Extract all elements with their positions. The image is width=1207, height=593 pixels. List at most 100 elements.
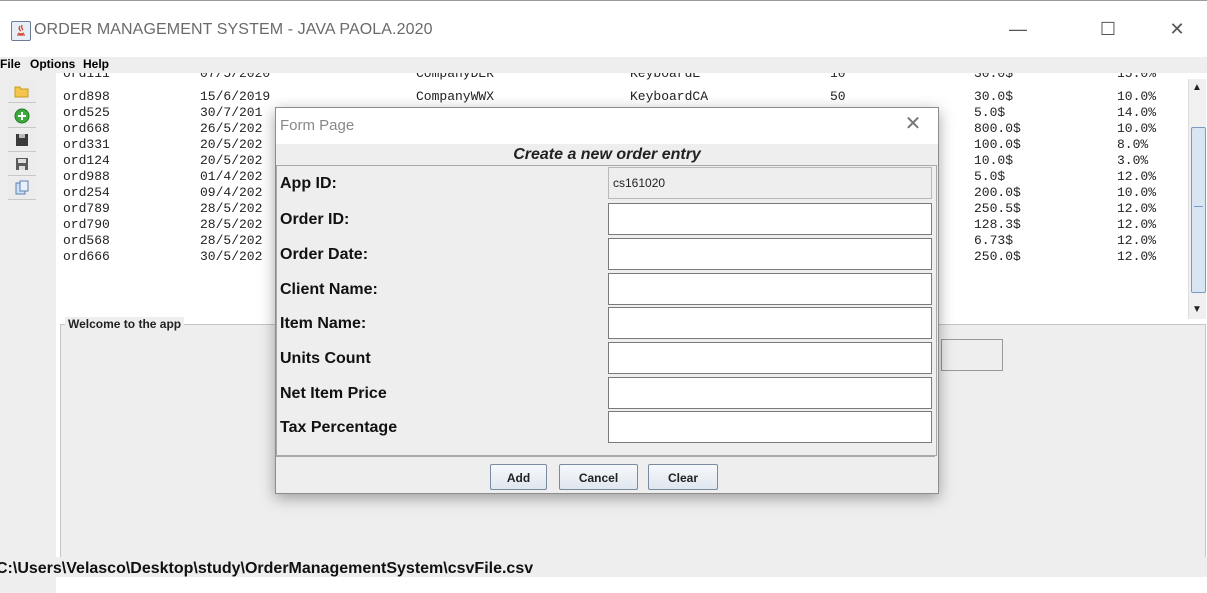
cell-units: 50 xyxy=(830,89,846,104)
form-row-app-id: App ID: cs161020 xyxy=(277,166,936,200)
cell-order-id: ord898 xyxy=(63,89,110,104)
item-name-field[interactable] xyxy=(608,307,932,339)
units-count-field[interactable] xyxy=(608,342,932,374)
client-name-label: Client Name: xyxy=(280,281,378,298)
table-row[interactable]: ord111 07/5/2020 CompanyDER KeyboardE 10… xyxy=(60,73,1188,82)
cell-order-id: ord568 xyxy=(63,233,110,248)
cell-price: 10.0$ xyxy=(974,153,1014,168)
form-dialog: Form Page ✕ Create a new order entry App… xyxy=(275,107,939,494)
cell-date: 20/5/202 xyxy=(200,137,263,152)
save-button[interactable] xyxy=(8,129,36,152)
table-scrollbar[interactable]: ▲ ▼ xyxy=(1188,79,1206,319)
cell-date: 28/5/202 xyxy=(200,201,263,216)
cell-tax: 12.0% xyxy=(1117,249,1157,264)
form-row-order-id: Order ID: xyxy=(277,202,936,236)
cell-price: 6.73$ xyxy=(974,233,1014,248)
form-row-net-item-price: Net Item Price xyxy=(277,376,936,410)
cell-item: KeyboardCA xyxy=(630,89,709,104)
cell-price: 30.0$ xyxy=(974,73,1014,81)
cell-date: 07/5/2020 xyxy=(200,73,271,81)
scroll-down-arrow[interactable]: ▼ xyxy=(1191,304,1203,316)
export-button[interactable] xyxy=(8,177,36,200)
tax-percentage-field[interactable] xyxy=(608,411,932,443)
cell-order-id: ord988 xyxy=(63,169,110,184)
form-row-tax-percentage: Tax Percentage xyxy=(277,410,936,444)
menu-file[interactable]: File xyxy=(0,57,21,71)
cell-price: 128.3$ xyxy=(974,217,1021,232)
menu-options[interactable]: Options xyxy=(30,57,75,71)
add-order-button[interactable] xyxy=(8,105,36,128)
form-heading: Create a new order entry xyxy=(513,146,701,163)
cell-tax: 10.0% xyxy=(1117,89,1157,104)
form-row-client-name: Client Name: xyxy=(277,272,936,306)
cell-order-id: ord254 xyxy=(63,185,110,200)
cell-item: KeyboardE xyxy=(630,73,701,81)
order-date-label: Order Date: xyxy=(280,246,369,263)
cell-price: 250.0$ xyxy=(974,249,1021,264)
cell-date: 28/5/202 xyxy=(200,217,263,232)
status-bar: C:\Users\Velasco\Desktop\study\OrderMana… xyxy=(0,557,1207,577)
cell-order-id: ord331 xyxy=(63,137,110,152)
client-name-field[interactable] xyxy=(608,273,932,305)
cell-date: 15/6/2019 xyxy=(200,89,271,104)
units-count-label: Units Count xyxy=(280,350,371,367)
app-id-label: App ID: xyxy=(280,175,337,192)
cell-order-id: ord668 xyxy=(63,121,110,136)
cell-tax: 8.0% xyxy=(1117,137,1149,152)
cell-date: 28/5/202 xyxy=(200,233,263,248)
cell-price: 30.0$ xyxy=(974,89,1014,104)
panel-button[interactable] xyxy=(941,339,1003,371)
cell-tax: 12.0% xyxy=(1117,169,1157,184)
cell-price: 250.5$ xyxy=(974,201,1021,216)
cell-tax: 15.0% xyxy=(1117,73,1157,81)
cell-price: 800.0$ xyxy=(974,121,1021,136)
order-id-label: Order ID: xyxy=(280,211,350,228)
cell-tax: 3.0% xyxy=(1117,153,1149,168)
app-id-field: cs161020 xyxy=(608,167,932,199)
window-title: ORDER MANAGEMENT SYSTEM - JAVA PAOLA.202… xyxy=(34,21,433,38)
cell-order-id: ord111 xyxy=(63,73,110,81)
minimize-button[interactable]: — xyxy=(995,14,1041,44)
scrollbar-grip xyxy=(1194,206,1203,207)
form-row-item-name: Item Name: xyxy=(277,306,936,340)
clear-button[interactable]: Clear xyxy=(648,464,718,490)
maximize-button[interactable]: ☐ xyxy=(1085,14,1131,44)
add-button[interactable]: Add xyxy=(490,464,547,490)
close-button[interactable]: ✕ xyxy=(1154,14,1200,44)
save-as-button[interactable] xyxy=(8,153,36,176)
cell-tax: 12.0% xyxy=(1117,201,1157,216)
cell-tax: 12.0% xyxy=(1117,217,1157,232)
scrollbar-thumb[interactable] xyxy=(1191,127,1206,293)
net-item-price-field[interactable] xyxy=(608,377,932,409)
dialog-title: Form Page xyxy=(280,117,355,134)
cell-price: 5.0$ xyxy=(974,169,1006,184)
side-toolbar xyxy=(0,73,56,593)
menu-bar: File Options Help xyxy=(0,57,1207,73)
scroll-up-arrow[interactable]: ▲ xyxy=(1191,82,1203,94)
file-path-label: C:\Users\Velasco\Desktop\study\OrderMana… xyxy=(0,560,534,577)
welcome-legend: Welcome to the app xyxy=(65,317,185,331)
cancel-button[interactable]: Cancel xyxy=(559,464,638,490)
cell-order-id: ord789 xyxy=(63,201,110,216)
order-date-field[interactable] xyxy=(608,238,932,270)
cell-date: 09/4/202 xyxy=(200,185,263,200)
dialog-close-icon[interactable]: ✕ xyxy=(901,112,925,136)
cell-tax: 10.0% xyxy=(1117,121,1157,136)
item-name-label: Item Name: xyxy=(280,315,367,332)
cell-client: CompanyWWX xyxy=(416,89,495,104)
cell-client: CompanyDER xyxy=(416,73,495,81)
form-row-units-count: Units Count xyxy=(277,341,936,375)
cell-order-id: ord790 xyxy=(63,217,110,232)
cell-price: 200.0$ xyxy=(974,185,1021,200)
cell-tax: 12.0% xyxy=(1117,233,1157,248)
menu-help[interactable]: Help xyxy=(83,57,109,71)
java-app-icon xyxy=(11,21,31,41)
dialog-button-bar: Add Cancel Clear xyxy=(276,456,935,494)
window-border xyxy=(0,0,1207,1)
form-fields: App ID: cs161020 Order ID: Order Date: C… xyxy=(276,165,937,456)
order-id-field[interactable] xyxy=(608,203,932,235)
cell-tax: 10.0% xyxy=(1117,185,1157,200)
open-button[interactable] xyxy=(8,80,36,103)
cell-order-id: ord124 xyxy=(63,153,110,168)
table-row[interactable]: ord898 15/6/2019 CompanyWWX KeyboardCA 5… xyxy=(60,89,1188,105)
